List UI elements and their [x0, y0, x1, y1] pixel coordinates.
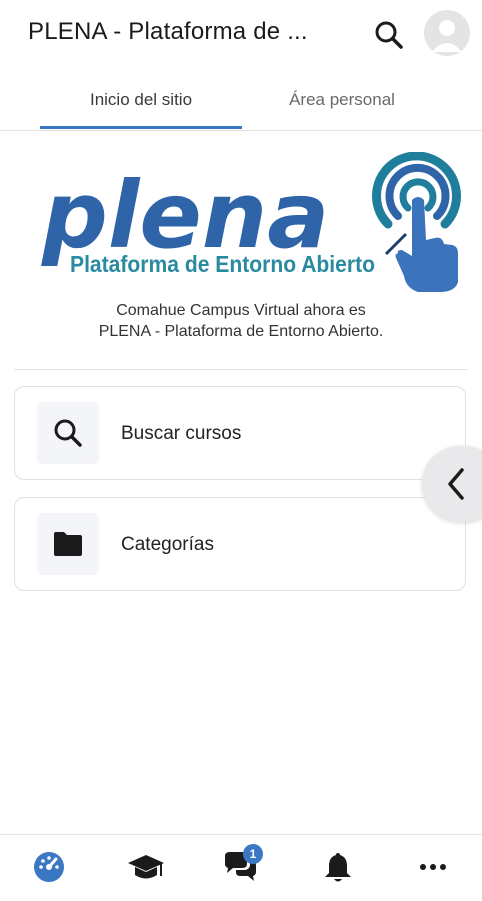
- nav-dashboard[interactable]: [29, 847, 69, 887]
- categories-label: Categorías: [121, 534, 214, 555]
- bell-icon: [325, 853, 351, 882]
- search-icon: [54, 419, 82, 447]
- search-courses-icon-box: [37, 402, 99, 464]
- search-icon: [375, 21, 403, 49]
- messages-badge: 1: [243, 844, 263, 864]
- nav-notifications[interactable]: [318, 847, 358, 887]
- search-courses-label: Buscar cursos: [121, 423, 242, 444]
- nav-my-courses[interactable]: [126, 847, 166, 887]
- categories-card[interactable]: Categorías: [14, 497, 466, 591]
- logo-tagline: Plataforma de Entorno Abierto: [70, 251, 375, 277]
- more-icon: [420, 864, 446, 870]
- plena-logo: plena Plataforma de Entorno Abierto: [41, 152, 461, 292]
- tab-bar: Inicio del sitio Área personal: [0, 70, 482, 131]
- active-tab-indicator: [40, 126, 242, 129]
- divider: [14, 369, 468, 370]
- intro-text: Comahue Campus Virtual ahora es PLENA - …: [0, 300, 482, 342]
- dashboard-icon: [34, 852, 64, 882]
- search-button[interactable]: [370, 16, 408, 54]
- chevron-left-icon: [448, 468, 464, 500]
- intro-line-1: Comahue Campus Virtual ahora es: [116, 302, 366, 319]
- folder-icon: [54, 532, 82, 556]
- graduation-cap-icon: [128, 855, 164, 879]
- avatar[interactable]: [424, 10, 470, 56]
- search-courses-card[interactable]: Buscar cursos: [14, 386, 466, 480]
- app-title: PLENA - Plataforma de ...: [28, 18, 308, 45]
- bottom-navigation: 1: [0, 834, 482, 901]
- categories-icon-box: [37, 513, 99, 575]
- user-avatar-icon: [432, 20, 462, 52]
- nav-messages[interactable]: 1: [221, 844, 263, 887]
- tab-dashboard[interactable]: Área personal: [242, 70, 442, 130]
- tab-site-home[interactable]: Inicio del sitio: [40, 70, 242, 130]
- intro-line-2: PLENA - Plataforma de Entorno Abierto.: [98, 323, 384, 340]
- nav-more[interactable]: [413, 847, 453, 887]
- app-header: PLENA - Plataforma de ...: [0, 0, 482, 70]
